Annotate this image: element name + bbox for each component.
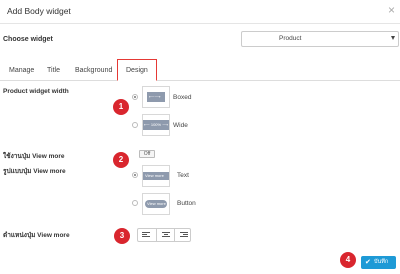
view-more-position-label: ตำแหน่งปุ่ม View more bbox=[3, 232, 70, 239]
dialog-title: Add Body widget bbox=[7, 6, 71, 16]
align-left-button[interactable] bbox=[138, 229, 156, 241]
text-style-label: Text bbox=[177, 172, 189, 179]
align-button-group bbox=[137, 228, 191, 242]
radio-text[interactable] bbox=[132, 172, 138, 178]
wide-thumb-block: ⟵ 100% ⟶ bbox=[143, 120, 169, 130]
wide-label: Wide bbox=[173, 122, 188, 129]
product-width-label: Product widget width bbox=[3, 88, 69, 95]
boxed-thumb-arrow: ⟵⟶ bbox=[149, 94, 161, 99]
check-icon: ✔ bbox=[365, 259, 371, 266]
view-more-style-label: รูปแบบปุ่ม View more bbox=[3, 168, 66, 175]
view-more-toggle[interactable]: Off bbox=[139, 150, 155, 158]
step-badge-1: 1 bbox=[113, 99, 129, 115]
save-button[interactable]: ✔ บันทึก bbox=[361, 256, 396, 269]
text-style-thumb-block: View more bbox=[143, 172, 169, 180]
radio-boxed[interactable] bbox=[132, 94, 138, 100]
align-left-icon bbox=[142, 232, 150, 238]
align-center-button[interactable] bbox=[156, 229, 174, 241]
save-label: บันทึก bbox=[374, 259, 389, 265]
tab-title[interactable]: Title bbox=[47, 67, 60, 74]
chevron-down-icon bbox=[391, 36, 395, 40]
button-style-thumb-text: View more bbox=[147, 201, 166, 206]
tab-design-label: Design bbox=[126, 67, 148, 74]
text-style-thumb-text: View more bbox=[145, 173, 164, 178]
align-center-icon bbox=[162, 232, 170, 238]
boxed-thumb-block: ⟵⟶ bbox=[147, 92, 165, 102]
dialog-header: Add Body widget × bbox=[0, 0, 400, 24]
radio-wide[interactable] bbox=[132, 122, 138, 128]
step-badge-3: 3 bbox=[114, 228, 130, 244]
text-style-thumbnail[interactable]: View more bbox=[142, 165, 170, 187]
align-right-icon bbox=[180, 232, 188, 238]
boxed-thumbnail[interactable]: ⟵⟶ bbox=[142, 86, 170, 108]
radio-button[interactable] bbox=[132, 200, 138, 206]
tab-background[interactable]: Background bbox=[75, 67, 112, 74]
button-style-thumbnail[interactable]: View more bbox=[142, 193, 170, 215]
tab-design[interactable]: Design bbox=[117, 59, 157, 81]
choose-widget-label: Choose widget bbox=[3, 36, 53, 43]
tab-manage[interactable]: Manage bbox=[9, 67, 34, 74]
view-more-toggle-label: ใช้งานปุ่ม View more bbox=[3, 153, 65, 160]
boxed-label: Boxed bbox=[173, 94, 192, 101]
close-icon[interactable]: × bbox=[388, 3, 395, 17]
button-style-thumb-block: View more bbox=[145, 200, 167, 208]
wide-thumbnail[interactable]: ⟵ 100% ⟶ bbox=[142, 114, 170, 136]
tab-bar-divider bbox=[0, 80, 400, 81]
widget-select-value: Product bbox=[279, 35, 302, 42]
widget-select[interactable]: Product bbox=[241, 31, 399, 47]
align-right-button[interactable] bbox=[174, 229, 192, 241]
step-badge-2: 2 bbox=[113, 152, 129, 168]
wide-thumb-arrow: ⟵ 100% ⟶ bbox=[144, 122, 168, 127]
step-badge-4: 4 bbox=[340, 252, 356, 268]
button-style-label: Button bbox=[177, 200, 196, 207]
